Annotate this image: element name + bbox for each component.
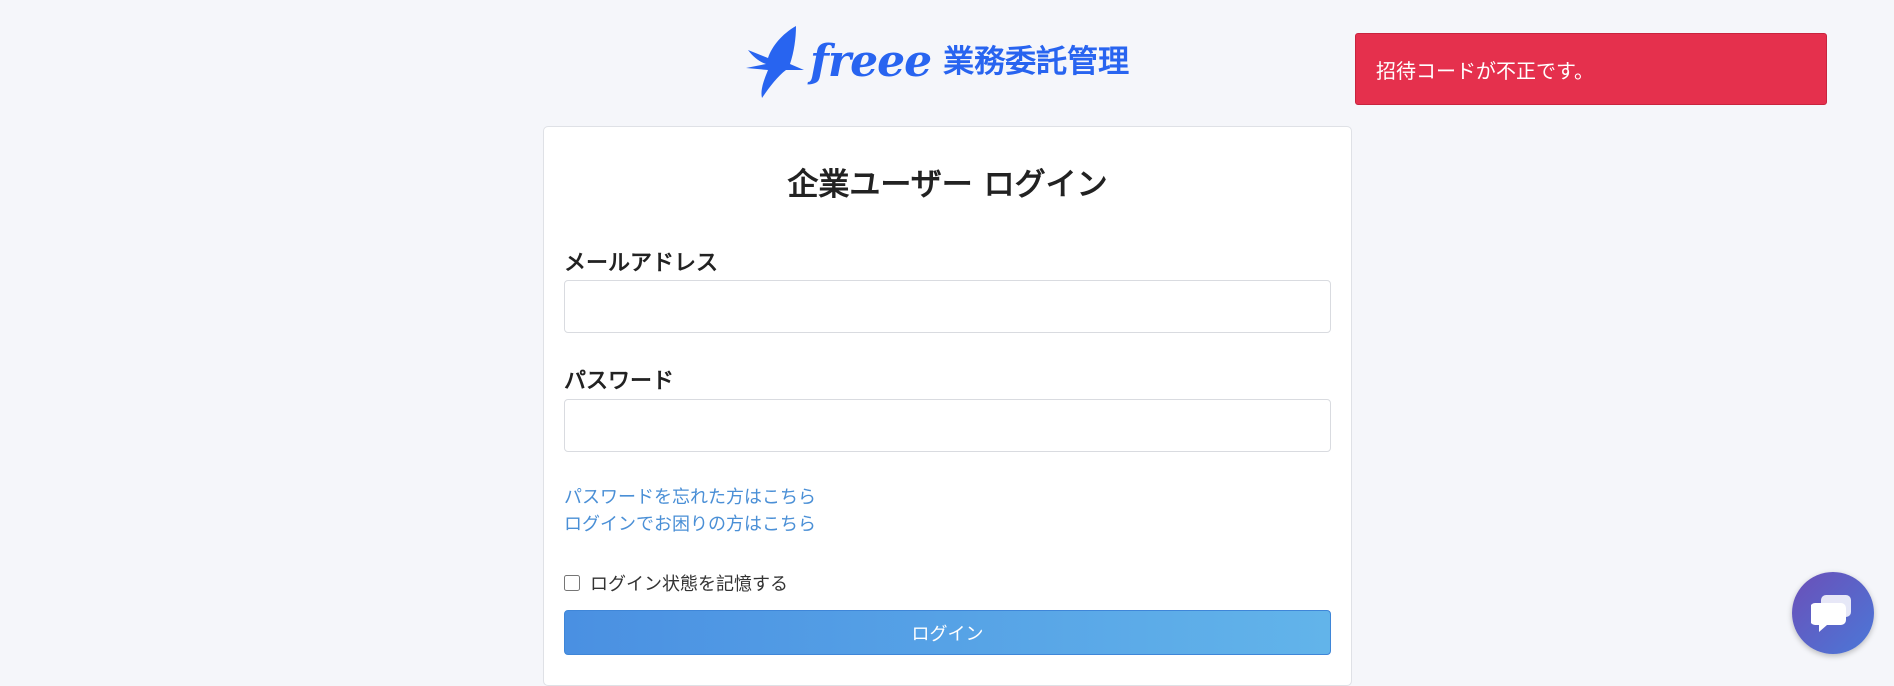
brand-wordmark: freee — [810, 36, 932, 87]
swallow-logo-icon — [746, 26, 804, 98]
remember-me-label: ログイン状態を記憶する — [590, 574, 788, 595]
brand-logo: freee 業務委託管理 — [742, 24, 1129, 100]
error-toast-message: 招待コードが不正です。 — [1376, 58, 1594, 83]
password-label: パスワード — [564, 369, 675, 394]
email-field[interactable] — [564, 280, 1331, 333]
login-card: 企業ユーザー ログイン メールアドレス パスワード パスワードを忘れた方はこちら… — [543, 126, 1352, 686]
password-field[interactable] — [564, 399, 1331, 452]
error-toast[interactable]: 招待コードが不正です。 — [1355, 33, 1827, 105]
login-help-link[interactable]: ログインでお困りの方はこちら — [564, 510, 816, 536]
forgot-password-link[interactable]: パスワードを忘れた方はこちら — [564, 483, 816, 509]
page-title: 企業ユーザー ログイン — [787, 167, 1108, 203]
email-label: メールアドレス — [564, 251, 719, 276]
chat-bubble-icon — [1811, 595, 1851, 632]
remember-me[interactable]: ログイン状態を記憶する — [564, 570, 788, 596]
remember-me-checkbox[interactable] — [564, 575, 580, 591]
product-name: 業務委託管理 — [943, 43, 1130, 80]
chat-button[interactable] — [1792, 572, 1874, 654]
login-button[interactable]: ログイン — [564, 610, 1331, 655]
